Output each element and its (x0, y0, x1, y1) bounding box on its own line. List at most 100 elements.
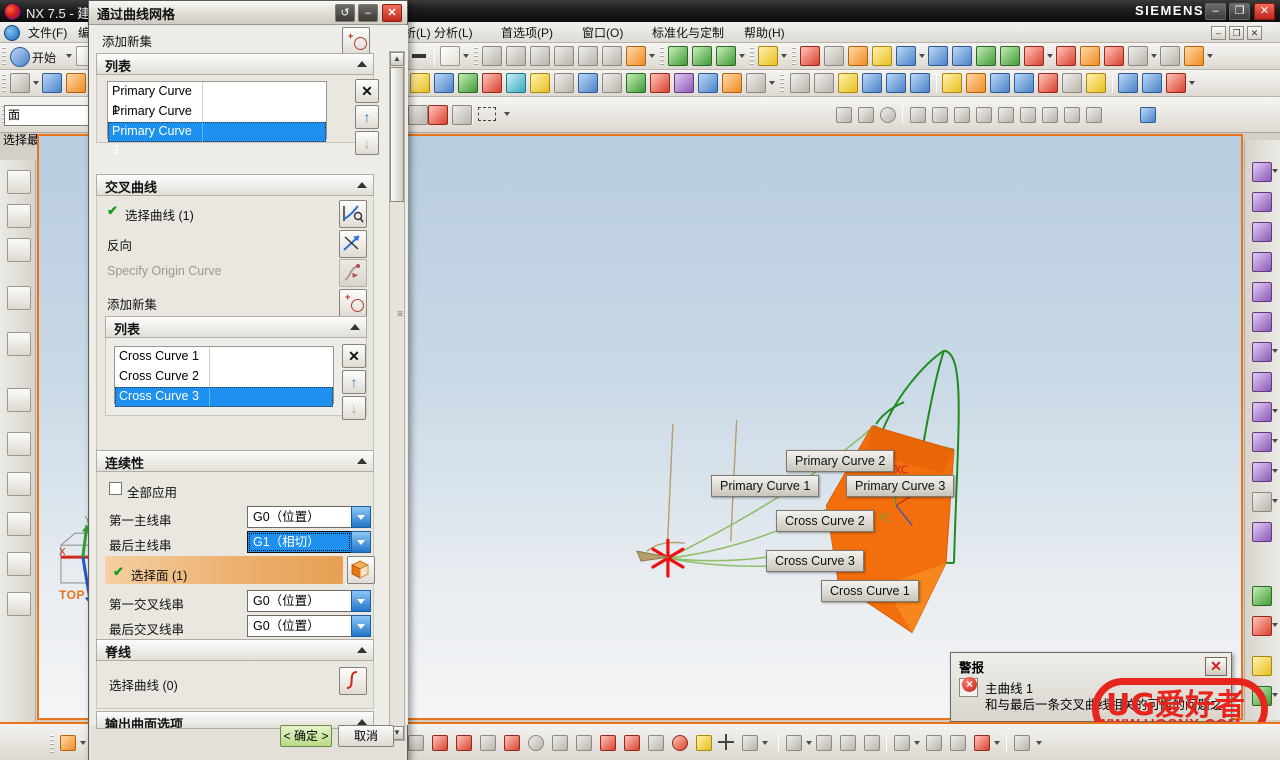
move-object-icon[interactable] (1252, 162, 1272, 182)
copy-display-icon[interactable] (1252, 402, 1272, 422)
select-curve-icon[interactable] (339, 200, 367, 228)
wave-link-icon[interactable] (698, 73, 718, 93)
last-primary-chevron-down-icon[interactable] (351, 531, 371, 553)
annotation-icon[interactable] (758, 46, 778, 66)
stop-at-intersection-icon[interactable] (836, 107, 852, 123)
analysis-g1-icon[interactable] (554, 46, 574, 66)
through-curve-mesh-dialog[interactable]: 通过曲线网格 ↺ – ✕ ▲ ▼ 添加新集 + 列表 Primary Curve… (88, 0, 408, 760)
studio-spline-icon[interactable] (800, 46, 820, 66)
equal-constraint-icon[interactable] (412, 54, 426, 58)
select-face-tool-icon[interactable] (10, 73, 30, 93)
curve-tag-cross-3[interactable]: Cross Curve 3 (766, 550, 864, 572)
start-chevron-down-icon[interactable] (66, 54, 72, 58)
add-new-set-icon[interactable]: + (342, 27, 370, 55)
menu-item-analysis[interactable]: 分析(L) (430, 25, 477, 41)
point-icon-v[interactable] (725, 734, 727, 750)
last-cross-chevron-down-icon[interactable] (351, 615, 371, 637)
enlarge-icon[interactable] (1128, 46, 1148, 66)
synchronous-chevron-down-icon[interactable] (1189, 81, 1195, 85)
nsided-chevron-down-icon[interactable] (1047, 54, 1053, 58)
system-scenes-icon[interactable] (7, 512, 31, 536)
info-object-icon[interactable] (440, 46, 460, 66)
trim-body-icon[interactable] (482, 73, 502, 93)
spine-header[interactable]: 脊线 (96, 639, 374, 661)
spine-curve-icon[interactable] (339, 667, 367, 695)
true-shading-icon[interactable] (1252, 492, 1272, 512)
ruled-surface-icon[interactable] (896, 46, 916, 66)
datum-plane-icon[interactable] (862, 73, 882, 93)
move-up-icon[interactable]: ↑ (355, 105, 379, 129)
list-item-selected[interactable]: Primary Curve 3 (108, 122, 326, 157)
object-information-icon[interactable] (1252, 522, 1272, 542)
curve-tag-primary-2[interactable]: Primary Curve 2 (786, 450, 895, 472)
suppress-feature-icon[interactable] (990, 73, 1010, 93)
enlarge-chevron-down-icon[interactable] (1151, 54, 1157, 58)
delete-icon[interactable]: ✕ (342, 344, 366, 368)
rotate-object-icon[interactable] (1252, 222, 1272, 242)
shading-chevron-down-icon[interactable] (1272, 499, 1278, 503)
move-down-icon[interactable]: ↓ (342, 396, 366, 420)
sketch-chevron-down-icon[interactable] (80, 741, 86, 745)
menu-item-file[interactable]: 文件(F) (24, 25, 71, 41)
snap-pole-icon[interactable] (1064, 107, 1080, 123)
conic-icon[interactable] (696, 735, 712, 751)
model-update-icon[interactable] (1086, 73, 1106, 93)
warning-close-button[interactable]: ✕ (1205, 657, 1227, 676)
system-materials-icon[interactable] (7, 472, 31, 496)
last-cross-dropdown[interactable]: G0（位置） (247, 615, 371, 637)
snap-to-arc-icon[interactable] (880, 107, 896, 123)
constraints-chevron-down-icon[interactable] (914, 741, 920, 745)
chamfer-sketch-icon[interactable] (576, 735, 592, 751)
offset-curve-icon[interactable] (848, 46, 868, 66)
cross-list-collapse-icon[interactable] (350, 324, 360, 330)
paste-special-icon[interactable] (1252, 586, 1272, 606)
dialog-resize-handle[interactable]: ≡ (397, 309, 403, 320)
snap-intersection-icon[interactable] (452, 105, 472, 125)
geometric-constraint-icon[interactable] (926, 735, 942, 751)
curve-tag-cross-1[interactable]: Cross Curve 1 (821, 580, 919, 602)
snap-tangent-icon[interactable] (1020, 107, 1036, 123)
assembly-navigator-icon[interactable] (7, 170, 31, 194)
analysis-section-icon[interactable] (626, 46, 646, 66)
warning-window[interactable]: 警报 ✕ 主曲线 1 和与最后一条交叉曲线相关的可能的问题之 (950, 652, 1232, 722)
history-icon[interactable] (7, 388, 31, 412)
circle-icon[interactable] (528, 735, 544, 751)
patch-icon[interactable] (1184, 46, 1204, 66)
delete-icon[interactable]: ✕ (355, 79, 379, 103)
copy-object-icon[interactable] (1252, 252, 1272, 272)
info-chevron-down-icon[interactable] (463, 54, 469, 58)
studio-spline-sketch-icon[interactable] (648, 735, 664, 751)
toolbar-grip-7[interactable] (780, 74, 784, 93)
copy-display-chevron-down-icon[interactable] (1272, 409, 1278, 413)
analysis-g0h-icon[interactable] (578, 46, 598, 66)
continuity-collapse-icon[interactable] (357, 458, 367, 464)
move-up-icon[interactable]: ↑ (342, 370, 366, 394)
make-corner-icon[interactable] (840, 735, 856, 751)
roles-icon[interactable] (7, 552, 31, 576)
first-primary-chevron-down-icon[interactable] (351, 506, 371, 528)
offset-curve-sketch-icon[interactable] (742, 735, 758, 751)
list-item[interactable]: Cross Curve 1 (115, 347, 333, 367)
spline-icon[interactable] (504, 735, 520, 751)
scroll-up-button[interactable]: ▲ (390, 52, 404, 66)
annotation-chevron-down-icon[interactable] (781, 54, 787, 58)
thicken-icon[interactable] (506, 73, 526, 93)
wcs-chevron-down-icon[interactable] (1272, 623, 1278, 627)
draft-icon[interactable] (434, 73, 454, 93)
measure-distance-icon[interactable] (814, 73, 834, 93)
edit-display-chevron-down-icon[interactable] (1272, 439, 1278, 443)
measure-body-icon[interactable] (790, 73, 810, 93)
synchronous-pull-icon[interactable] (1118, 73, 1138, 93)
ok-button[interactable]: < 确定 > (280, 725, 332, 747)
toolbar-grip-3[interactable] (660, 47, 664, 66)
mdi-close-button[interactable]: ✕ (1247, 26, 1262, 40)
snap-bounding-box-icon[interactable] (1140, 107, 1156, 123)
face-cube-icon[interactable] (347, 556, 375, 584)
first-cross-chevron-down-icon[interactable] (351, 590, 371, 612)
sphere-icon[interactable] (746, 73, 766, 93)
mirror-body-icon[interactable] (674, 73, 694, 93)
ellipse-icon[interactable] (672, 735, 688, 751)
sketch-grid-icon[interactable] (408, 735, 424, 751)
move-object-chevron-down-icon[interactable] (1272, 169, 1278, 173)
feature-playback-icon[interactable] (1038, 73, 1058, 93)
